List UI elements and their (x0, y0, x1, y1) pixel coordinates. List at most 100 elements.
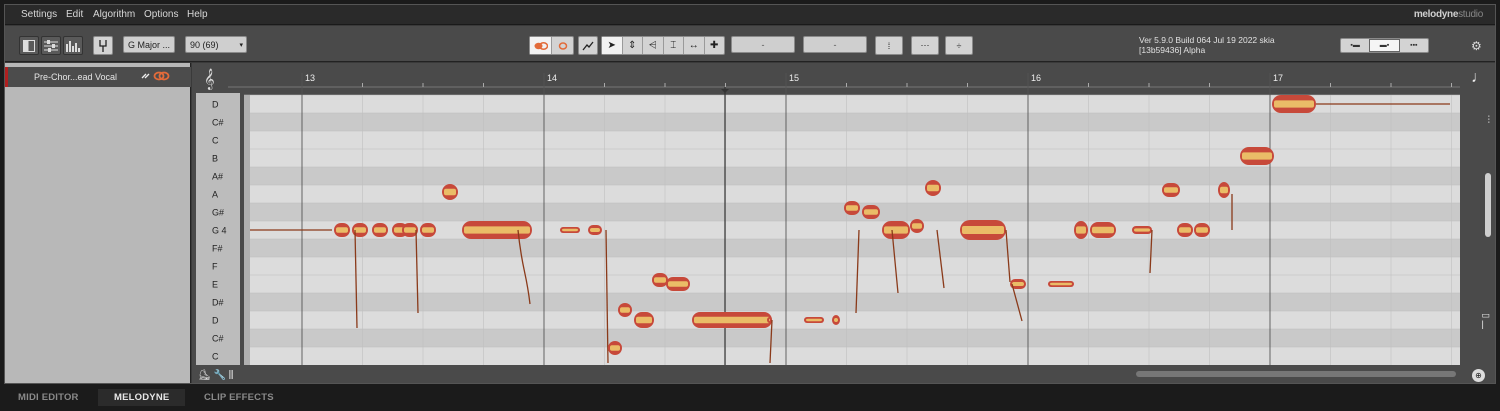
vertical-scrollbar[interactable] (1485, 173, 1491, 237)
menu-options[interactable]: Options (144, 9, 178, 20)
foot-icon[interactable]: ⛸ (198, 370, 211, 381)
note-blob-core (1134, 228, 1150, 232)
brand-logo: melodynestudio (1413, 9, 1483, 20)
note-blob-core (668, 281, 688, 287)
center-pitch-icon[interactable]: ⁞ (875, 36, 903, 55)
tab-midi-editor[interactable]: MIDI EDITOR (18, 392, 79, 403)
view-selector: ▪▬ ▬▪ ▪▪▪ (1340, 38, 1429, 53)
note-icon[interactable]: ♩ (1471, 69, 1487, 87)
pitch-label: G 4 (212, 226, 227, 236)
pitch-row (244, 347, 1460, 365)
menu-edit[interactable]: Edit (66, 9, 83, 20)
pitch-label: A (212, 190, 218, 200)
info-field-2[interactable]: - (803, 36, 867, 53)
lines-icon[interactable]: ⫼ (229, 370, 234, 381)
scale-selector[interactable]: G Major ... (123, 36, 175, 53)
bar-number: 17 (1273, 73, 1283, 83)
pitch-tool-icon[interactable]: ⇕ (623, 37, 643, 54)
vertical-zoom-icon[interactable]: ⫶ (1488, 115, 1491, 126)
tab-melodyne[interactable]: MELODYNE (98, 389, 186, 406)
menu-settings[interactable]: Settings (21, 9, 57, 20)
horizontal-scrollbar[interactable] (1136, 371, 1456, 377)
track-row[interactable]: Pre-Chor...ead Vocal (5, 67, 191, 87)
track-blob-icon[interactable] (141, 69, 171, 86)
pitch-grid[interactable]: DC#CBA#AG#G 4F#FED#DC#C13 14 15 16 17 (192, 63, 1495, 383)
note-blob-core (1164, 187, 1178, 193)
pitch-label: D (212, 100, 219, 110)
version-line-1: Ver 5.9.0 Build 064 Jul 19 2022 skia (1139, 35, 1275, 45)
note-blob-core (590, 228, 600, 232)
tab-clip-effects[interactable]: CLIP EFFECTS (204, 392, 274, 403)
menu-help[interactable]: Help (187, 9, 208, 20)
pointer-tool-icon[interactable]: ➤ (602, 37, 623, 54)
pitch-label: C (212, 352, 219, 362)
macro-tool-icon[interactable] (578, 36, 598, 55)
treble-clef-icon[interactable]: 𝄞 (204, 69, 215, 90)
wrench-icon[interactable]: 🔧 (213, 370, 225, 381)
blob-link-icon[interactable] (530, 37, 552, 54)
note-blob-core (769, 318, 770, 322)
pitch-row (244, 149, 1460, 167)
pitch-label: C# (212, 334, 224, 344)
info-field-1[interactable]: - (731, 36, 795, 53)
plugin-frame: Settings Edit Algorithm Options Help mel… (4, 4, 1496, 384)
note-blob-core (884, 226, 908, 234)
center-time-icon[interactable]: ⋯ (911, 36, 939, 55)
pitch-row (244, 131, 1460, 149)
bar-number: 14 (547, 73, 557, 83)
chevron-down-icon: ▾ (239, 41, 243, 49)
vertical-zoom-slider-icon[interactable]: ▭ | (1481, 311, 1490, 329)
version-info: Ver 5.9.0 Build 064 Jul 19 2022 skia [13… (1139, 35, 1275, 55)
pitch-row (244, 167, 1460, 185)
amplitude-tool-icon[interactable]: ⩤ (643, 37, 664, 54)
note-blob-core (1012, 282, 1024, 286)
track-name: Pre-Chor...ead Vocal (34, 72, 118, 82)
note-blob-core (444, 188, 456, 196)
tempo-field[interactable]: 90 (69) ▾ (185, 36, 247, 53)
blob-single-icon[interactable] (552, 37, 573, 54)
pitch-row (244, 113, 1460, 131)
view-option-3[interactable]: ▪▪▪ (1400, 39, 1428, 52)
pitch-row (244, 257, 1460, 275)
levels-icon[interactable] (63, 36, 83, 55)
tuning-fork-icon[interactable] (93, 36, 113, 55)
pitch-label: F (212, 262, 218, 272)
tool-palette: ➤ ⇕ ⩤ ⌶ ↔ ✚ (601, 36, 725, 55)
pitch-label: D# (212, 298, 224, 308)
note-blob-core (694, 316, 770, 324)
note-blob-core (1274, 100, 1314, 108)
view-option-2[interactable]: ▬▪ (1369, 39, 1400, 52)
pitch-row (244, 239, 1460, 257)
pitch-label: B (212, 154, 218, 164)
formant-tool-icon[interactable]: ⌶ (664, 37, 684, 54)
view-option-1[interactable]: ▪▬ (1341, 39, 1369, 52)
grid-left-edge (244, 95, 250, 365)
time-tool-icon[interactable]: ↔ (684, 37, 705, 54)
note-blob-core (422, 227, 434, 233)
bar-number: 15 (789, 73, 799, 83)
note-editor[interactable]: D C# C B A# A G# G 4 F# F E D# D C# C 13 14 15 16 17 𝄞 ♩ ⫶ … (192, 63, 1495, 383)
note-separation-icon[interactable]: ✚ (705, 37, 725, 54)
pitch-row (244, 275, 1460, 293)
zoom-icon[interactable]: ⊕ (1472, 369, 1485, 382)
pitch-label: G# (212, 208, 224, 218)
note-blob-core (1179, 227, 1191, 233)
note-blob-core (912, 223, 922, 229)
note-blob-core (1050, 282, 1072, 286)
gear-icon[interactable]: ⚙ (1471, 39, 1482, 53)
pitch-row (244, 311, 1460, 329)
toolbar: G Major ... 90 (69) ▾ ➤ ⇕ ⩤ ⌶ ↔ ✚ - - ⁞ ⋯… (5, 26, 1495, 62)
layout-icon[interactable] (19, 36, 39, 55)
melodyne-window: Settings Edit Algorithm Options Help mel… (0, 0, 1500, 411)
note-blob-core (636, 316, 652, 324)
note-blob-core (1076, 226, 1086, 234)
mixer-icon[interactable] (41, 36, 61, 55)
track-list: Pre-Chor...ead Vocal (5, 63, 191, 383)
quantize-icon[interactable]: ÷ (945, 36, 973, 55)
pitch-label: C (212, 136, 219, 146)
pitch-label: E (212, 280, 218, 290)
menu-algorithm[interactable]: Algorithm (93, 9, 135, 20)
pitch-row (244, 293, 1460, 311)
note-blob-core (1242, 152, 1272, 160)
bar-number: 13 (305, 73, 315, 83)
